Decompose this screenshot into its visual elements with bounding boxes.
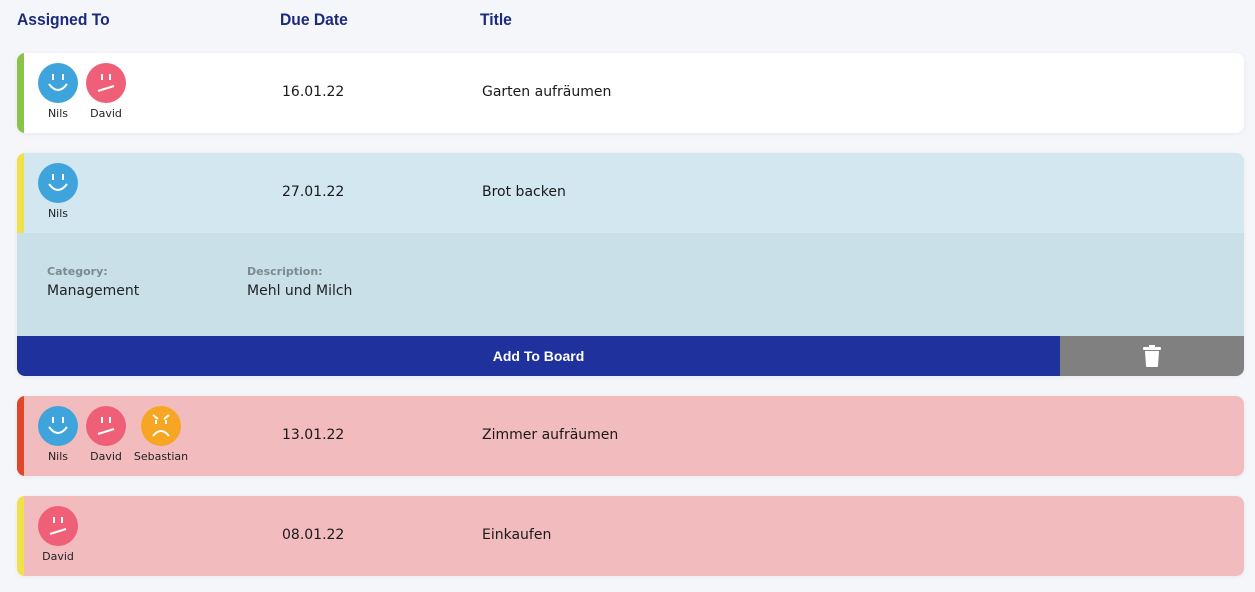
assignee: David [82, 63, 130, 120]
assignee-name: David [42, 550, 74, 563]
assignee: David [34, 506, 82, 563]
assignee-list: Nils David [34, 63, 130, 120]
neutral-face-icon [86, 63, 126, 103]
add-to-board-button[interactable]: Add To Board [17, 336, 1060, 376]
assignee-name: Nils [47, 450, 69, 463]
task-title: Einkaufen [482, 527, 552, 543]
task-title: Garten aufräumen [482, 84, 612, 100]
assignee-list: Nils [34, 163, 82, 220]
due-date: 27.01.22 [282, 184, 345, 200]
task-row[interactable]: Nils David Sebastian 13.01.22 Zimmer auf… [17, 396, 1244, 476]
due-date: 16.01.22 [282, 84, 345, 100]
delete-button[interactable] [1060, 336, 1244, 376]
category-label: Category: [47, 265, 108, 278]
trash-icon [1143, 345, 1161, 367]
assignee-name: Nils [47, 107, 69, 120]
angry-face-icon [141, 406, 181, 446]
task-card[interactable]: Nils David Sebastian 13.01.22 Zimmer auf… [17, 396, 1244, 476]
description-label: Description: [247, 265, 323, 278]
category-value: Management [47, 283, 140, 299]
assignee-name: David [90, 107, 122, 120]
header-due-date[interactable]: Due Date [280, 10, 348, 30]
task-card-expanded[interactable]: Nils 27.01.22 Brot backen Category: Mana… [17, 153, 1244, 376]
assignee-name: Nils [47, 207, 69, 220]
task-row[interactable]: David 08.01.22 Einkaufen [17, 496, 1244, 576]
list-header: Assigned To Due Date Title [0, 0, 1255, 44]
neutral-face-icon [38, 506, 78, 546]
task-details: Category: Management Description: Mehl u… [17, 233, 1244, 336]
task-title: Brot backen [482, 184, 566, 200]
assignee: Nils [34, 63, 82, 120]
task-actions: Add To Board [17, 336, 1244, 376]
assignee: Nils [34, 406, 82, 463]
task-row[interactable]: Nils David 16.01.22 Garten aufräumen [17, 53, 1244, 133]
assignee: Nils [34, 163, 82, 220]
due-date: 13.01.22 [282, 427, 345, 443]
task-card[interactable]: David 08.01.22 Einkaufen [17, 496, 1244, 576]
neutral-face-icon [86, 406, 126, 446]
header-assigned-to[interactable]: Assigned To [17, 10, 110, 30]
assignee-list: David [34, 506, 82, 563]
task-title: Zimmer aufräumen [482, 427, 619, 443]
assignee-name: Sebastian [133, 450, 189, 463]
assignee-list: Nils David Sebastian [34, 406, 192, 463]
happy-face-icon [38, 163, 78, 203]
description-value: Mehl und Milch [247, 283, 353, 299]
happy-face-icon [38, 406, 78, 446]
assignee: David [82, 406, 130, 463]
due-date: 08.01.22 [282, 527, 345, 543]
task-row[interactable]: Nils 27.01.22 Brot backen [17, 153, 1244, 233]
happy-face-icon [38, 63, 78, 103]
assignee-name: David [90, 450, 122, 463]
task-card[interactable]: Nils David 16.01.22 Garten aufräumen [17, 53, 1244, 133]
assignee: Sebastian [130, 406, 192, 463]
header-title[interactable]: Title [480, 10, 512, 30]
